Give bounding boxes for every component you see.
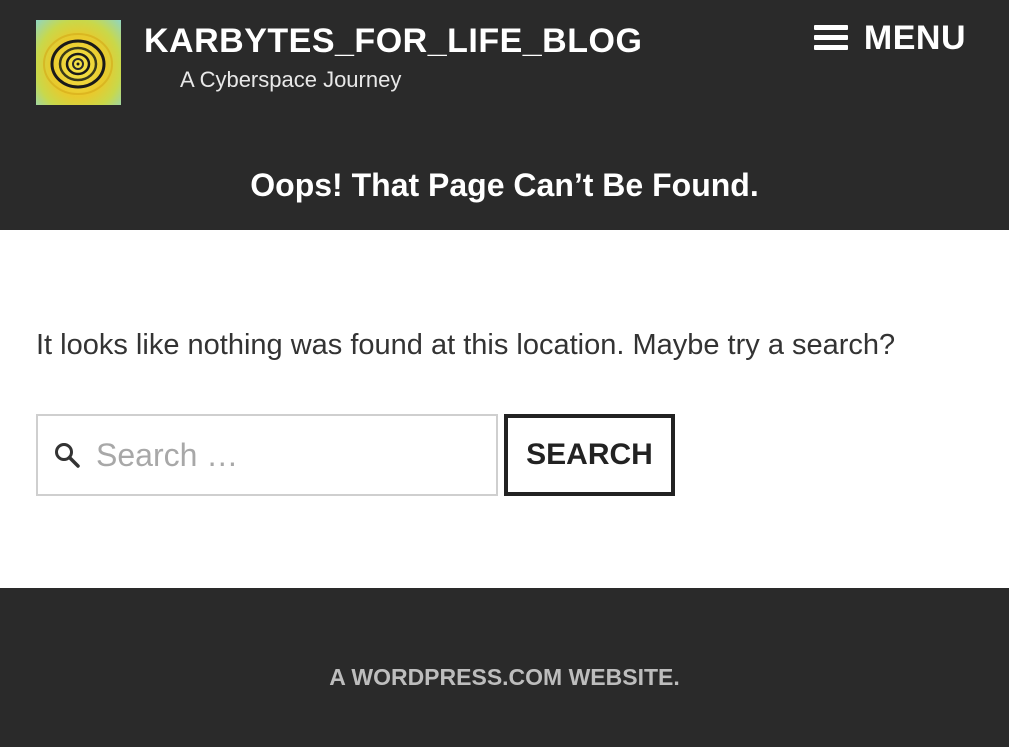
wordpress-credit-link[interactable]: A WORDPRESS.COM WEBSITE.: [0, 662, 1009, 692]
site-footer: A WORDPRESS.COM WEBSITE.: [0, 588, 1009, 747]
spiral-logo-icon: [43, 33, 113, 95]
hamburger-menu-icon: [813, 25, 848, 51]
menu-button[interactable]: MENU: [813, 18, 966, 58]
search-icon: [54, 442, 80, 468]
not-found-message: It looks like nothing was found at this …: [36, 329, 896, 361]
page-title: Oops! That Page Can’t Be Found.: [250, 167, 759, 203]
site-tagline: A Cyberspace Journey: [180, 67, 402, 92]
site-header: KARBYTES_FOR_LIFE_BLOG A Cyberspace Jour…: [0, 0, 1009, 230]
site-title[interactable]: KARBYTES_FOR_LIFE_BLOG: [144, 20, 642, 62]
search-input[interactable]: [96, 416, 486, 494]
menu-label: MENU: [863, 18, 966, 57]
site-logo[interactable]: [36, 20, 121, 105]
search-field: [36, 414, 498, 496]
search-button[interactable]: SEARCH: [504, 414, 675, 496]
